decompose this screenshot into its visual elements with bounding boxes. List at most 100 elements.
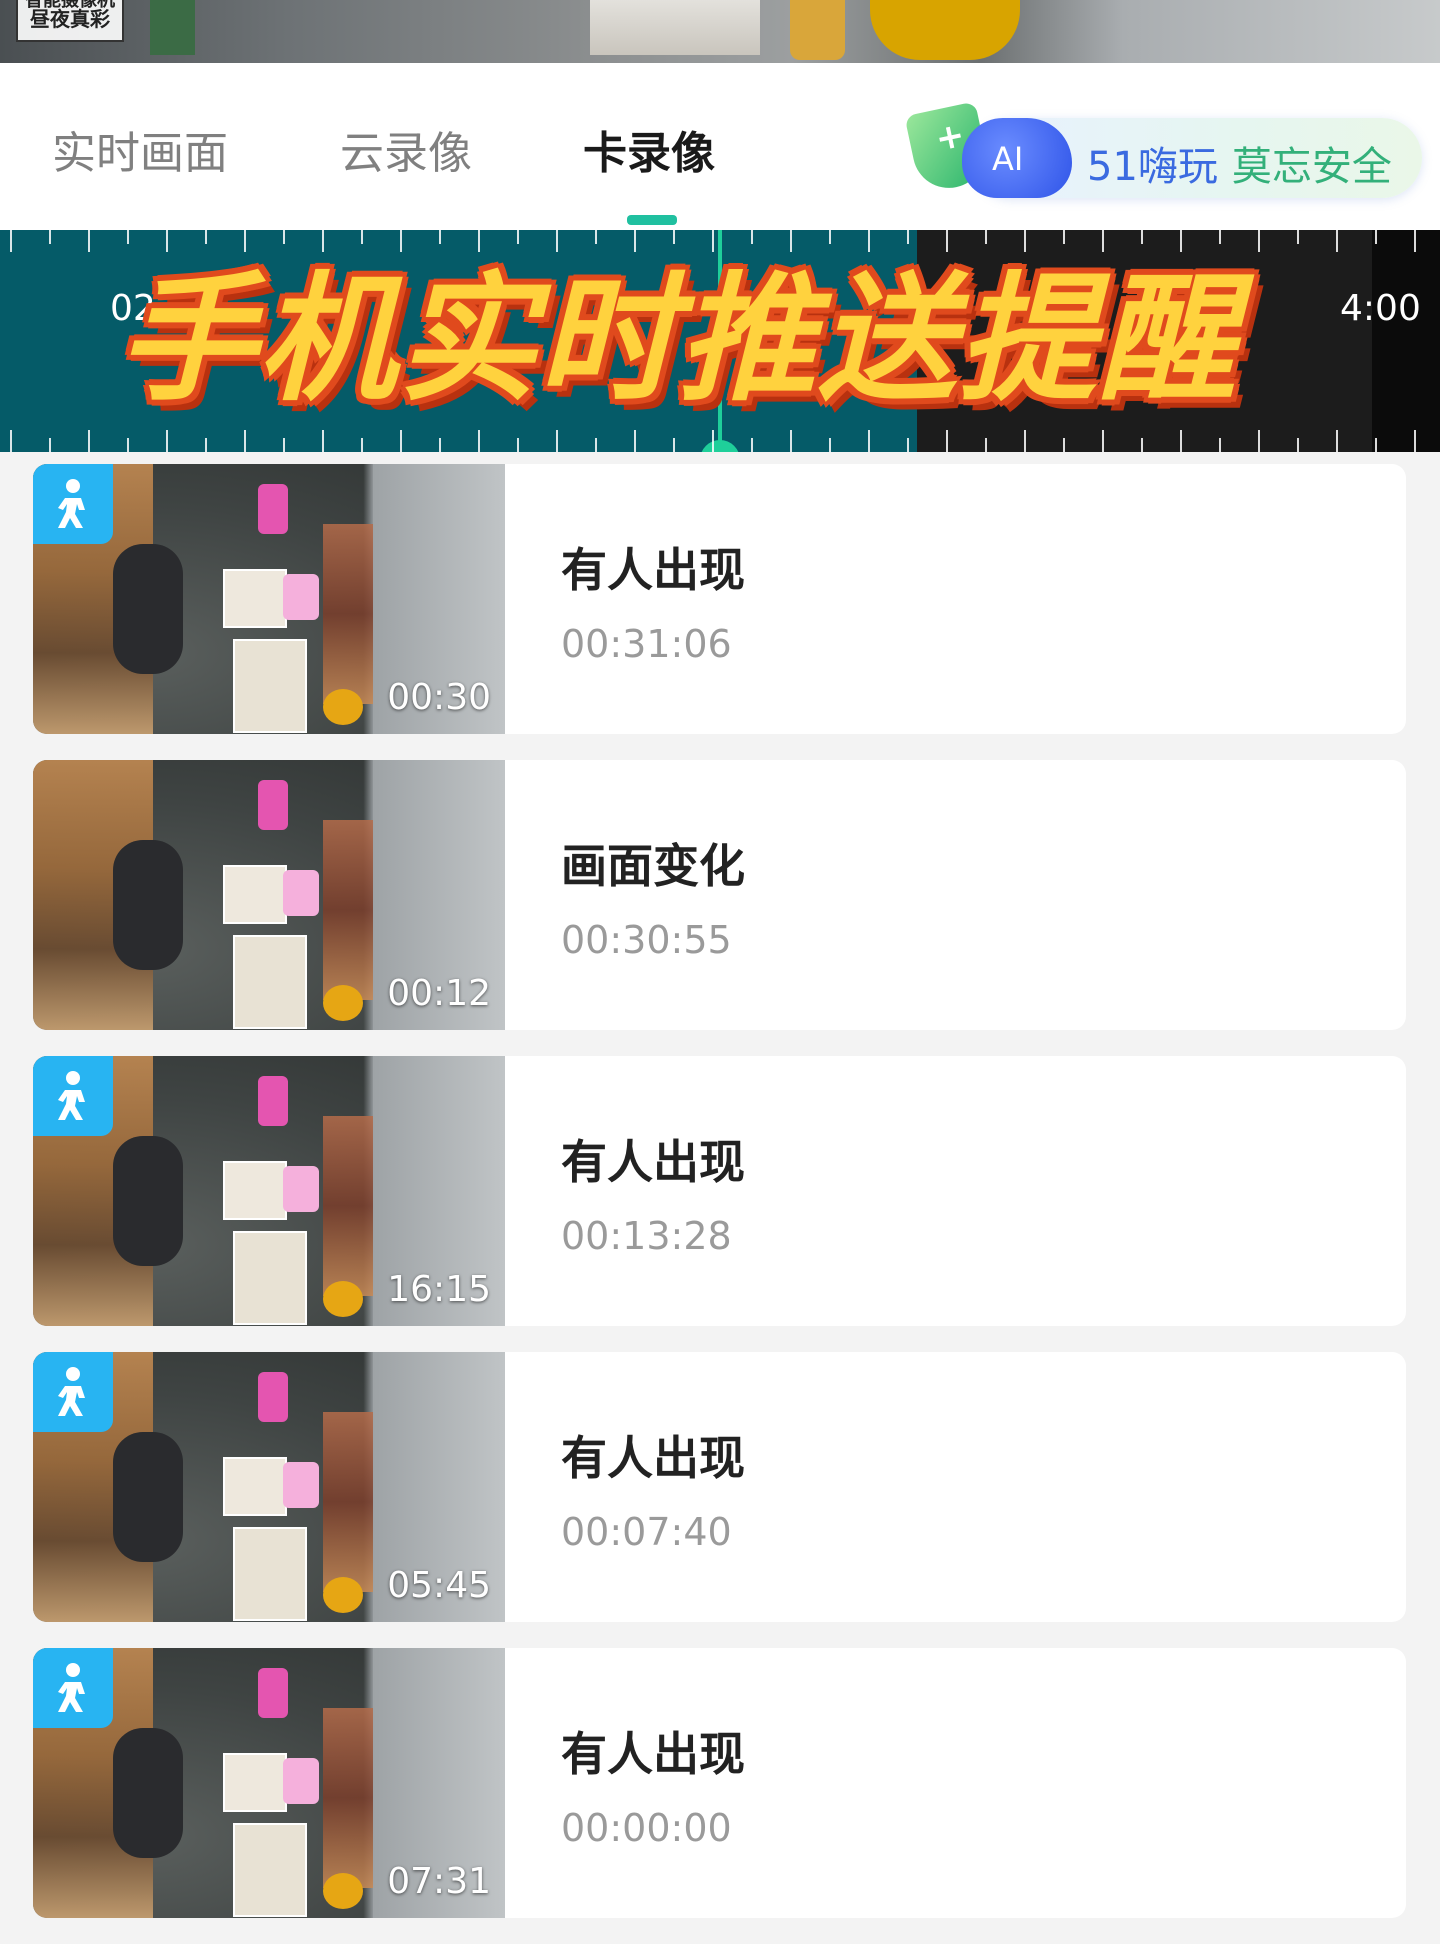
ai-badge-slogan: 莫忘安全 xyxy=(1231,144,1392,190)
event-list: 00:30 有人出现 00:31:06 00:12 画面变化 00:30:55 16:15 有… xyxy=(33,464,1406,1944)
thumbnail-scene-crate2 xyxy=(233,1231,307,1325)
event-card[interactable]: 05:45 有人出现 00:07:40 xyxy=(33,1352,1406,1622)
timeline-tick-top xyxy=(712,230,714,252)
event-thumbnail[interactable]: 00:12 xyxy=(33,760,505,1030)
timeline-tick-top xyxy=(946,230,948,252)
timeline-tick-bottom xyxy=(127,438,129,452)
event-thumbnail[interactable]: 00:30 xyxy=(33,464,505,734)
thumbnail-scene-crate xyxy=(223,1753,287,1812)
thumbnail-scene-scooter xyxy=(113,544,183,674)
promo-banner-text: 手机实时推送提醒 xyxy=(118,259,1239,420)
event-card[interactable]: 07:31 有人出现 00:00:00 xyxy=(33,1648,1406,1918)
timeline-tick-top xyxy=(1297,230,1299,244)
timeline-tick-bottom xyxy=(1336,430,1338,452)
thumbnail-scene-chair2 xyxy=(283,870,319,916)
ai-badge-text: 51嗨玩 莫忘安全 xyxy=(1087,134,1392,192)
broom-object xyxy=(150,0,195,55)
thumbnail-scene-chair1 xyxy=(258,1372,288,1422)
event-timestamp: 00:13:28 xyxy=(561,1214,732,1258)
thumbnail-scene-crate2 xyxy=(233,1823,307,1917)
timeline-tick-top xyxy=(322,230,324,252)
thumbnail-scene-stool xyxy=(323,689,363,725)
clip-duration: 00:30 xyxy=(387,677,491,718)
thumbnail-scene-chair1 xyxy=(258,1076,288,1126)
tab-card-recording[interactable]: 卡录像 xyxy=(583,117,715,181)
timeline-tick-bottom xyxy=(283,438,285,452)
timeline-tick-top xyxy=(1063,230,1065,244)
thumbnail-scene-crate xyxy=(223,1457,287,1516)
timeline-tick-bottom xyxy=(946,430,948,452)
event-timestamp: 00:31:06 xyxy=(561,622,732,666)
timeline-tick-top xyxy=(1102,230,1104,252)
thumbnail-scene-scooter xyxy=(113,1728,183,1858)
active-tab-indicator xyxy=(627,215,677,225)
timeline-tick-bottom xyxy=(439,438,441,452)
timeline-tick-bottom xyxy=(361,438,363,452)
timeline-tick-bottom xyxy=(868,430,870,452)
timeline-tick-top xyxy=(517,230,519,244)
event-card[interactable]: 00:30 有人出现 00:31:06 xyxy=(33,464,1406,734)
ai-badge-brand: 51嗨玩 xyxy=(1087,144,1218,190)
timeline-tick-bottom xyxy=(634,430,636,452)
timeline-tick-bottom xyxy=(907,438,909,452)
timeline-tick-top xyxy=(1180,230,1182,252)
timeline-tick-bottom xyxy=(1414,430,1416,452)
event-card[interactable]: 16:15 有人出现 00:13:28 xyxy=(33,1056,1406,1326)
timeline-tick-top xyxy=(751,230,753,244)
clip-duration: 07:31 xyxy=(387,1861,491,1902)
timeline-tick-top xyxy=(556,230,558,252)
timeline-tick-bottom xyxy=(556,430,558,452)
tab-cloud-recording[interactable]: 云录像 xyxy=(340,117,472,181)
thumbnail-scene-crate xyxy=(223,1161,287,1220)
thumbnail-scene-crate2 xyxy=(233,935,307,1029)
timeline-tick-top xyxy=(400,230,402,252)
thumbnail-scene-stool xyxy=(323,1281,363,1317)
event-title: 有人出现 xyxy=(561,1727,745,1781)
event-timestamp: 00:00:00 xyxy=(561,1806,732,1850)
clip-duration: 16:15 xyxy=(387,1269,491,1310)
bag-object xyxy=(790,0,845,60)
event-title: 画面变化 xyxy=(561,839,745,893)
thumbnail-scene-crate2 xyxy=(233,639,307,733)
timeline-tick-top xyxy=(1414,230,1416,252)
event-timestamp: 00:07:40 xyxy=(561,1510,732,1554)
thumbnail-scene-crate xyxy=(223,569,287,628)
ai-cloud-icon: AI xyxy=(962,118,1072,198)
event-thumbnail[interactable]: 16:15 xyxy=(33,1056,505,1326)
timeline-tick-bottom xyxy=(595,438,597,452)
ai-security-badge[interactable]: + AI 51嗨玩 莫忘安全 xyxy=(904,98,1428,213)
storage-box-object xyxy=(590,0,760,55)
event-thumbnail[interactable]: 07:31 xyxy=(33,1648,505,1918)
event-title: 有人出现 xyxy=(561,543,745,597)
person-walking-icon xyxy=(33,1352,113,1432)
timeline-tick-bottom xyxy=(1375,438,1377,452)
timeline-tick-bottom xyxy=(1258,430,1260,452)
timeline-tick-bottom xyxy=(322,430,324,452)
thumbnail-scene-crate2 xyxy=(233,1527,307,1621)
timeline-tick-bottom xyxy=(751,438,753,452)
thumbnail-scene-stool xyxy=(323,1873,363,1909)
timeline-tick-bottom xyxy=(1180,430,1182,452)
event-thumbnail[interactable]: 05:45 xyxy=(33,1352,505,1622)
event-title: 有人出现 xyxy=(561,1431,745,1485)
event-card[interactable]: 00:12 画面变化 00:30:55 xyxy=(33,760,1406,1030)
person-walking-icon xyxy=(33,1648,113,1728)
camera-preview-strip: 智能摄像机 昼夜真彩 xyxy=(0,0,1440,63)
timeline-tick-top xyxy=(166,230,168,252)
timeline-tick-bottom xyxy=(1063,438,1065,452)
timeline-tick-top xyxy=(1375,230,1377,244)
timeline-tick-top xyxy=(127,230,129,244)
person-walking-icon xyxy=(33,1056,113,1136)
timeline-tick-bottom xyxy=(517,438,519,452)
timeline-tick-bottom xyxy=(49,438,51,452)
timeline-tick-top xyxy=(244,230,246,252)
timeline-tick-bottom xyxy=(673,438,675,452)
tab-live-view[interactable]: 实时画面 xyxy=(52,117,228,181)
timeline-tick-top xyxy=(10,230,12,252)
timeline-tick-bottom xyxy=(205,438,207,452)
timeline-tick-top xyxy=(1219,230,1221,244)
timeline-tick-bottom xyxy=(88,430,90,452)
timeline-tick-top xyxy=(907,230,909,244)
thumbnail-scene-chair2 xyxy=(283,1462,319,1508)
timeline-tick-top xyxy=(868,230,870,252)
